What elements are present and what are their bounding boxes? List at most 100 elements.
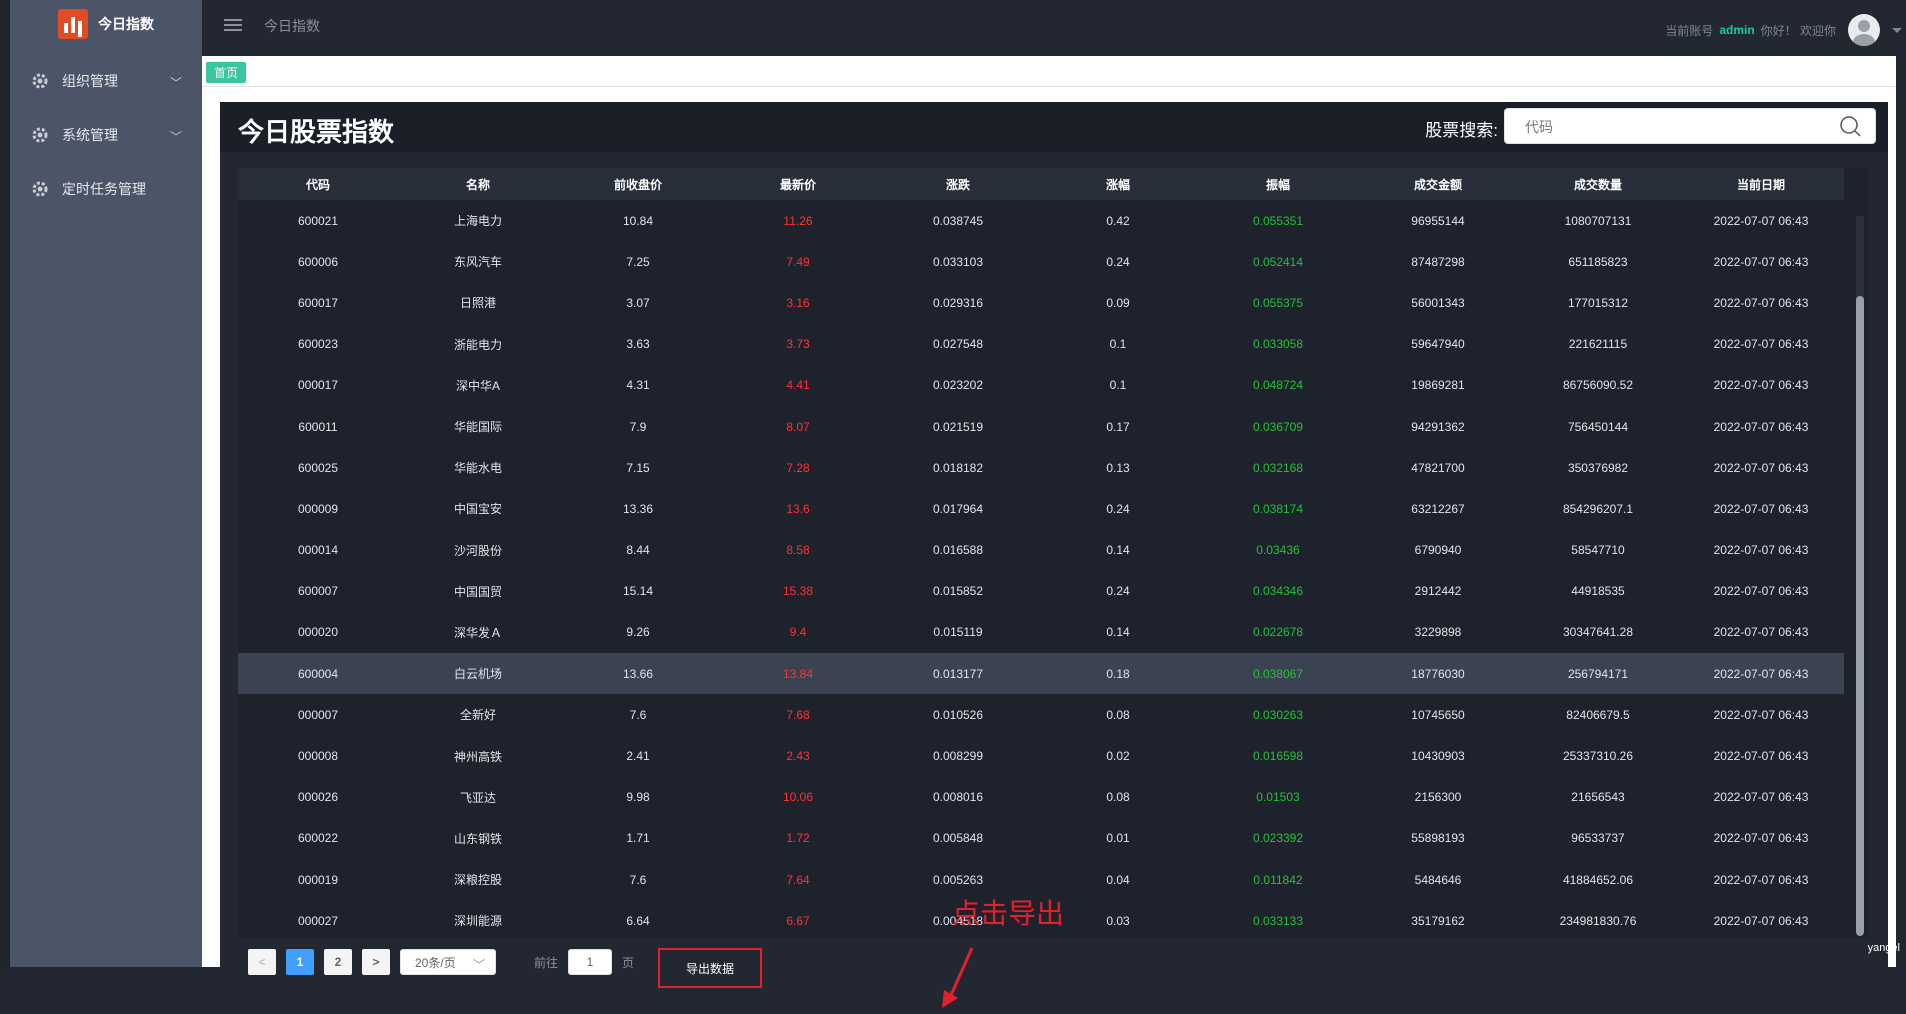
table-cell: 9.98	[626, 790, 650, 805]
table-cell: 600004	[238, 653, 398, 695]
table-cell: 0.032168	[1252, 460, 1304, 475]
table-row[interactable]: 000007 全新好 7.6 7.68 0.010526 0.08 0.030263 1074…	[238, 694, 1844, 735]
table-row[interactable]: 600025 华能水电 7.15 7.28 0.018182 0.13 0.032168 47…	[238, 447, 1844, 488]
table-cell: 2022-07-07 06:43	[1713, 749, 1809, 764]
export-data-button[interactable]: 导出数据	[658, 948, 763, 988]
table-row[interactable]: 000009 中国宝安 13.36 13.6 0.017964 0.24 0.038174 6…	[238, 488, 1844, 529]
table-row[interactable]: 600021 上海电力 10.84 11.26 0.038745 0.42 0.055351…	[238, 200, 1844, 241]
table-cell: 234981830.76	[1559, 913, 1637, 928]
table-cell: 96533737	[1571, 831, 1625, 846]
table-cell: 177015312	[1567, 295, 1629, 310]
table-cell: 0.022678	[1252, 625, 1304, 640]
table-cell: 神州高铁	[453, 749, 502, 764]
table-cell: 56001343	[1411, 295, 1465, 310]
prev-page-button[interactable]: <	[248, 949, 276, 975]
page-1-button[interactable]: 1	[286, 949, 314, 975]
table-cell: 000008	[297, 749, 339, 764]
main-content: 首页 今日股票指数 股票搜索: 代码名称前收盘价最新价涨跌涨幅振幅成交金额成交数…	[202, 56, 1896, 1008]
tab-home[interactable]: 首页	[206, 62, 247, 83]
page-size-select[interactable]: 20条/页 ﹀	[400, 949, 496, 975]
search-input[interactable]	[1523, 109, 1827, 145]
gear-icon	[32, 73, 48, 89]
table-cell: 3.16	[786, 295, 810, 310]
sidebar-item-scheduled-tasks[interactable]: 定时任务管理	[10, 162, 202, 216]
table-row[interactable]: 000017 深中华A 4.31 4.41 0.023202 0.1 0.048724 198…	[238, 365, 1844, 406]
stock-table-container: 代码 名称 前收盘价 最新价 涨跌 涨幅 振幅 成交金额 成交数量 当前日期 600021 上海电力…	[238, 168, 1868, 938]
table-row[interactable]: 000014 沙河股份 8.44 8.58 0.016588 0.14 0.03436 679…	[238, 530, 1844, 571]
table-cell: 0.033058	[1252, 337, 1304, 352]
column-header: 振幅	[1198, 168, 1358, 200]
table-cell: 0.038174	[1252, 501, 1304, 516]
table-cell: 0.017964	[932, 501, 984, 516]
caret-down-icon[interactable]	[1892, 27, 1902, 33]
page-2-button[interactable]: 2	[324, 949, 352, 975]
table-row[interactable]: 600011 华能国际 7.9 8.07 0.021519 0.17 0.036709 942…	[238, 406, 1844, 447]
table-cell: 0.015119	[933, 625, 983, 640]
table-cell: 0.17	[1106, 419, 1130, 434]
search-box[interactable]	[1504, 108, 1876, 145]
app-logo[interactable]: 今日指数	[58, 9, 154, 39]
search-icon[interactable]	[1839, 115, 1861, 137]
table-cell: 0.023392	[1252, 831, 1304, 846]
sidebar-item-org[interactable]: 组织管理 ﹀	[10, 54, 202, 108]
sidebar-item-system[interactable]: 系统管理 ﹀	[10, 108, 202, 162]
table-cell: 0.013177	[878, 653, 1038, 695]
table-cell: 000017	[297, 378, 339, 393]
table-row[interactable]: 600022 山东钢铁 1.71 1.72 0.005848 0.01 0.023392 55…	[238, 818, 1844, 859]
goto-page-input[interactable]: 1	[568, 949, 613, 975]
sidebar-item-label: 定时任务管理	[62, 181, 146, 197]
pagination: < 1 2 > 20条/页 ﹀ 前往 1 页 导出数据	[248, 942, 763, 988]
table-cell: 18776030	[1358, 653, 1518, 695]
table-cell: 中国国贸	[453, 584, 502, 599]
user-info: 当前账号 admin 你好！ 欢迎你	[1665, 14, 1906, 46]
table-cell: 7.15	[626, 460, 650, 475]
menu-toggle-icon[interactable]	[224, 16, 242, 34]
table-cell: 0.036709	[1252, 419, 1304, 434]
table-cell: 1.71	[626, 831, 650, 846]
table-row[interactable]: 600006 东风汽车 7.25 7.49 0.033103 0.24 0.052414 87…	[238, 241, 1844, 282]
table-cell: 0.033133	[1252, 913, 1304, 928]
column-header: 代码	[238, 168, 398, 200]
table-cell: 2022-07-07 06:43	[1713, 213, 1809, 228]
table-cell: 沙河股份	[453, 543, 502, 558]
avatar[interactable]	[1848, 14, 1880, 46]
chevron-down-icon: ﹀	[169, 130, 182, 144]
table-cell: 飞亚达	[459, 790, 496, 805]
table-cell: 13.6	[786, 501, 810, 516]
table-row[interactable]: 600007 中国国贸 15.14 15.38 0.015852 0.24 0.034346…	[238, 571, 1844, 612]
table-row[interactable]: 600017 日照港 3.07 3.16 0.029316 0.09 0.055375 560…	[238, 282, 1844, 323]
table-cell: 96955144	[1411, 213, 1465, 228]
table-cell: 7.9	[629, 419, 647, 434]
table-body: 600021 上海电力 10.84 11.26 0.038745 0.42 0.055351…	[238, 200, 1844, 938]
table-row[interactable]: 000008 神州高铁 2.41 2.43 0.008299 0.02 0.016598 10…	[238, 735, 1844, 776]
table-cell: 深圳能源	[453, 914, 502, 929]
scrollbar[interactable]	[1856, 216, 1864, 936]
table-cell: 600021	[297, 213, 339, 228]
table-row[interactable]: 600004 白云机场 13.66 13.84 0.013177 0.18 0.038067…	[238, 653, 1844, 695]
table-cell: 6790940	[1414, 543, 1462, 558]
table-cell: 000020	[297, 625, 339, 640]
table-cell: 0.016598	[1252, 749, 1304, 764]
scrollbar-thumb[interactable]	[1856, 296, 1864, 936]
table-cell: 7.6	[629, 707, 647, 722]
table-cell: 0.052414	[1252, 254, 1304, 269]
table-cell: 0.01503	[1256, 790, 1300, 805]
next-page-button[interactable]: >	[362, 949, 390, 975]
table-cell: 3229898	[1414, 625, 1462, 640]
table-cell: 9.26	[626, 625, 650, 640]
table-cell: 2156300	[1414, 790, 1462, 805]
table-cell: 82406679.5	[1566, 707, 1630, 722]
table-cell: 0.14	[1106, 625, 1130, 640]
table-header-row: 代码 名称 前收盘价 最新价 涨跌 涨幅 振幅 成交金额 成交数量 当前日期	[238, 168, 1844, 200]
table-cell: 600007	[297, 584, 339, 599]
table-cell: 华能国际	[453, 420, 502, 435]
table-row[interactable]: 000020 深华发Ａ 9.26 9.4 0.015119 0.14 0.022678 322…	[238, 612, 1844, 653]
table-cell: 0.055375	[1252, 295, 1304, 310]
username: admin	[1719, 23, 1755, 37]
table-cell: 2022-07-07 06:43	[1713, 378, 1809, 393]
table-row[interactable]: 000026 飞亚达 9.98 10.06 0.008016 0.08 0.01503 215…	[238, 777, 1844, 818]
table-row[interactable]: 600023 浙能电力 3.63 3.73 0.027548 0.1 0.033058 596…	[238, 324, 1844, 365]
table-cell: 全新好	[459, 708, 496, 723]
table-cell: 7.68	[786, 707, 810, 722]
account-prefix: 当前账号	[1665, 23, 1714, 38]
